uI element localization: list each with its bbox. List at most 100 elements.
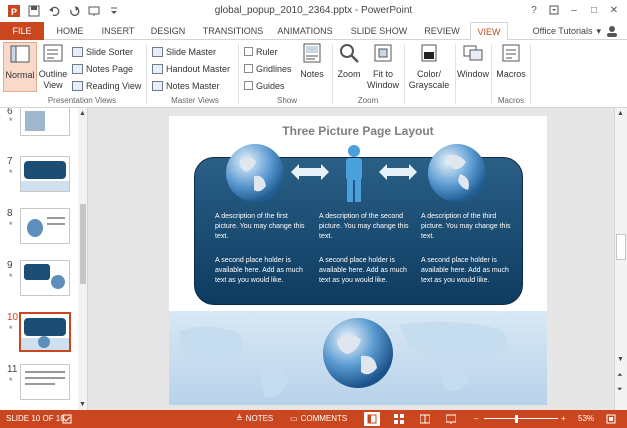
slide-thumbnail-selected[interactable]	[19, 312, 71, 352]
slide-counter: SLIDE 10 OF 18	[6, 414, 65, 423]
tab-slide-show[interactable]: SLIDE SHOW	[348, 22, 410, 40]
slide-thumbnail[interactable]	[20, 260, 70, 296]
normal-view-button[interactable]: Normal	[3, 42, 37, 92]
globe-icon[interactable]	[321, 316, 395, 390]
tab-animations[interactable]: ANIMATIONS	[272, 22, 338, 40]
handout-master-button[interactable]: Handout Master	[152, 61, 230, 76]
status-bar: SLIDE 10 OF 18 ≜ NOTES ▭ COMMENTS – + 53…	[0, 410, 627, 428]
close-button[interactable]: ✕	[605, 2, 623, 18]
spellcheck-icon[interactable]	[62, 414, 72, 424]
reading-view-status-icon[interactable]	[420, 414, 430, 424]
tab-review[interactable]: REVIEW	[418, 22, 466, 40]
notes-icon	[303, 43, 321, 63]
ribbon: Normal Outline View Slide Sorter Notes P…	[0, 40, 627, 108]
account-name[interactable]: Office Tutorials	[533, 26, 593, 36]
minimize-button[interactable]: –	[565, 2, 583, 18]
fit-to-window-button[interactable]: Fit to Window	[365, 42, 401, 91]
maximize-button[interactable]: □	[585, 2, 603, 18]
double-arrow-icon	[291, 164, 329, 180]
zoom-out-button[interactable]: –	[474, 414, 478, 423]
slide-sorter-label: Slide Sorter	[86, 46, 134, 57]
notes-page-button[interactable]: Notes Page	[72, 61, 133, 76]
presentation-views-group-label: Presentation Views	[47, 96, 117, 105]
ribbon-display-icon[interactable]	[545, 2, 563, 18]
scroll-up-icon[interactable]: ▲	[79, 110, 86, 117]
color-grayscale-button[interactable]: Color/ Grayscale	[406, 42, 452, 91]
description-text[interactable]: A second place holder is available here.…	[319, 256, 409, 286]
slide-title[interactable]: Three Picture Page Layout	[169, 124, 547, 138]
thumb-number: 7	[7, 156, 13, 167]
scroll-thumb[interactable]	[616, 234, 626, 260]
normal-view-status-icon[interactable]	[364, 412, 380, 426]
gridlines-checkbox[interactable]: Gridlines	[244, 61, 292, 76]
slide-sorter-button[interactable]: Slide Sorter	[72, 44, 133, 59]
globe-icon[interactable]	[426, 142, 488, 204]
tab-view[interactable]: VIEW	[470, 22, 508, 41]
notes-toggle[interactable]: ≜ NOTES	[236, 414, 273, 423]
color-grayscale-label: Color/ Grayscale	[408, 69, 450, 90]
guides-checkbox[interactable]: Guides	[244, 78, 285, 93]
description-text[interactable]: A second place holder is available here.…	[421, 256, 511, 286]
slide-thumbnail[interactable]	[20, 156, 70, 192]
scroll-thumb[interactable]	[80, 204, 86, 284]
tab-transitions[interactable]: TRANSITIONS	[200, 22, 266, 40]
window-button[interactable]: Window	[456, 42, 490, 80]
fit-window-icon	[374, 44, 392, 62]
scroll-up-icon[interactable]: ▲	[617, 110, 624, 117]
person-icon[interactable]	[341, 144, 367, 204]
normal-view-label: Normal	[5, 70, 35, 80]
tab-home[interactable]: HOME	[48, 22, 92, 40]
group-separator	[332, 44, 333, 104]
current-slide[interactable]: Three Picture Page Layout A description …	[169, 116, 547, 405]
previous-slide-icon[interactable]: ⏶	[617, 372, 623, 380]
scroll-down-icon[interactable]: ▼	[617, 356, 624, 363]
slideshow-status-icon[interactable]	[446, 414, 456, 424]
group-separator	[491, 44, 492, 104]
zoom-slider-handle[interactable]	[515, 415, 518, 423]
notes-button[interactable]: Notes	[296, 42, 328, 80]
slide-sorter-status-icon[interactable]	[394, 414, 404, 424]
group-separator	[404, 44, 405, 104]
ruler-checkbox[interactable]: Ruler	[244, 44, 278, 59]
description-text[interactable]: A description of the third picture. You …	[421, 212, 511, 242]
window-controls: ? – □ ✕	[525, 2, 623, 18]
zoom-button[interactable]: Zoom	[334, 42, 364, 80]
globe-icon[interactable]	[224, 142, 286, 204]
thumbnail-scrollbar[interactable]: ▲ ▼	[78, 108, 87, 410]
help-button[interactable]: ?	[525, 2, 543, 18]
thumb-animation-star: *	[9, 220, 13, 230]
fit-slide-icon[interactable]	[606, 414, 616, 424]
comments-toggle[interactable]: ▭ COMMENTS	[290, 414, 347, 423]
macros-button[interactable]: Macros	[494, 42, 528, 80]
tab-design[interactable]: DESIGN	[146, 22, 190, 40]
slide-sorter-icon	[72, 46, 83, 57]
tab-file[interactable]: FILE	[0, 22, 44, 40]
slide-editing-canvas: Three Picture Page Layout A description …	[88, 108, 614, 410]
account-area[interactable]: Office Tutorials ▾	[533, 25, 619, 37]
notes-master-button[interactable]: Notes Master	[152, 78, 220, 93]
reading-view-button[interactable]: Reading View	[72, 78, 141, 93]
comment-icon: ▭	[290, 414, 298, 423]
description-text[interactable]: A description of the first picture. You …	[215, 212, 305, 242]
slide-thumbnail[interactable]	[20, 208, 70, 244]
canvas-scrollbar[interactable]: ▲ ▼ ⏶ ⏷	[614, 108, 627, 410]
notes-master-label: Notes Master	[166, 80, 220, 91]
tab-insert[interactable]: INSERT	[96, 22, 140, 40]
next-slide-icon[interactable]: ⏷	[617, 386, 623, 394]
description-text[interactable]: A description of the second picture. You…	[319, 212, 409, 242]
outline-view-button[interactable]: Outline View	[37, 42, 69, 91]
slide-thumbnail[interactable]	[20, 108, 70, 136]
zoom-level[interactable]: 53%	[578, 414, 594, 423]
zoom-slider[interactable]	[484, 418, 558, 419]
description-text[interactable]: A second place holder is available here.…	[215, 256, 305, 286]
zoom-in-button[interactable]: +	[561, 414, 566, 423]
ruler-label: Ruler	[256, 46, 278, 57]
slide-master-button[interactable]: Slide Master	[152, 44, 216, 59]
user-avatar-icon	[607, 26, 617, 37]
scroll-down-icon[interactable]: ▼	[79, 401, 86, 408]
title-bar: P global_popup_2010_2364.pptx - PowerPoi…	[0, 0, 627, 22]
slide-thumbnail[interactable]	[20, 364, 70, 400]
notes-master-icon	[152, 80, 163, 91]
thumb-number: 11	[7, 364, 18, 375]
ruler-check-icon	[244, 47, 253, 56]
